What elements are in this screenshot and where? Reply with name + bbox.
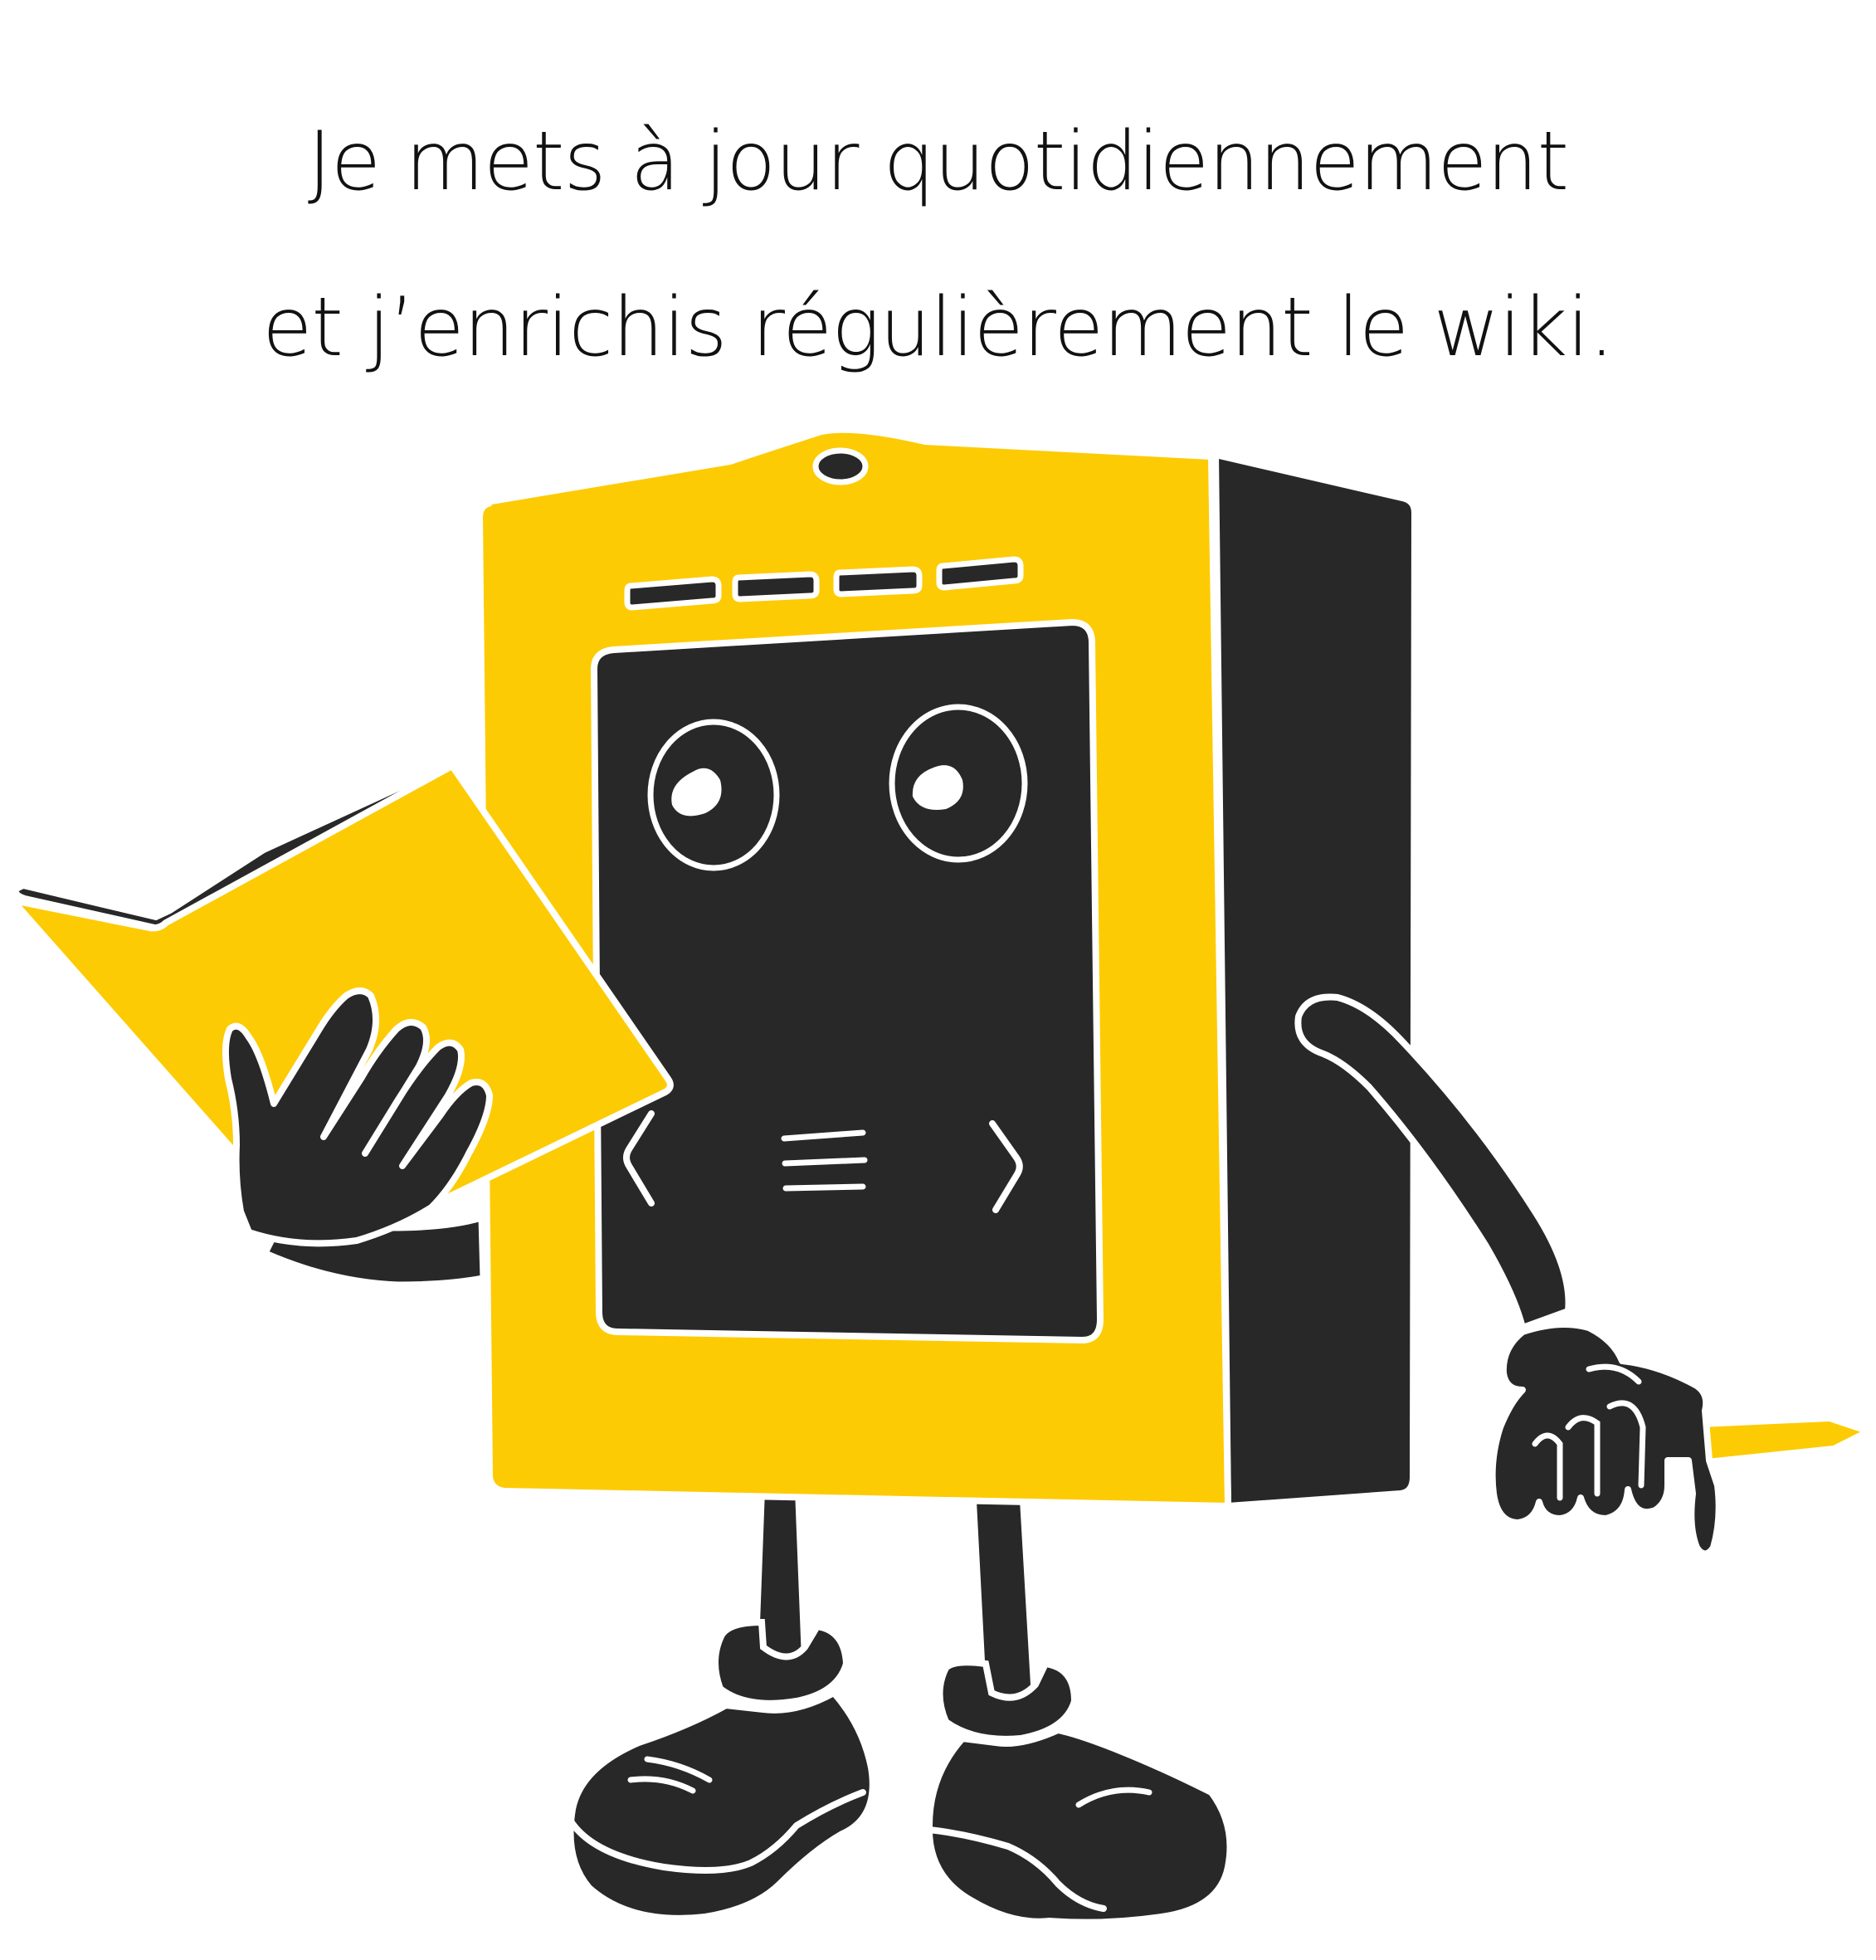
robot-mascot-icon <box>9 426 1869 1926</box>
robot-body-side <box>1211 450 1419 1510</box>
right-shoe-icon <box>925 1659 1234 1926</box>
left-shoe-icon <box>565 1618 876 1922</box>
camera-icon <box>812 447 869 485</box>
right-hand-icon <box>1489 1321 1723 1558</box>
robot-screen-face <box>590 618 1104 1344</box>
